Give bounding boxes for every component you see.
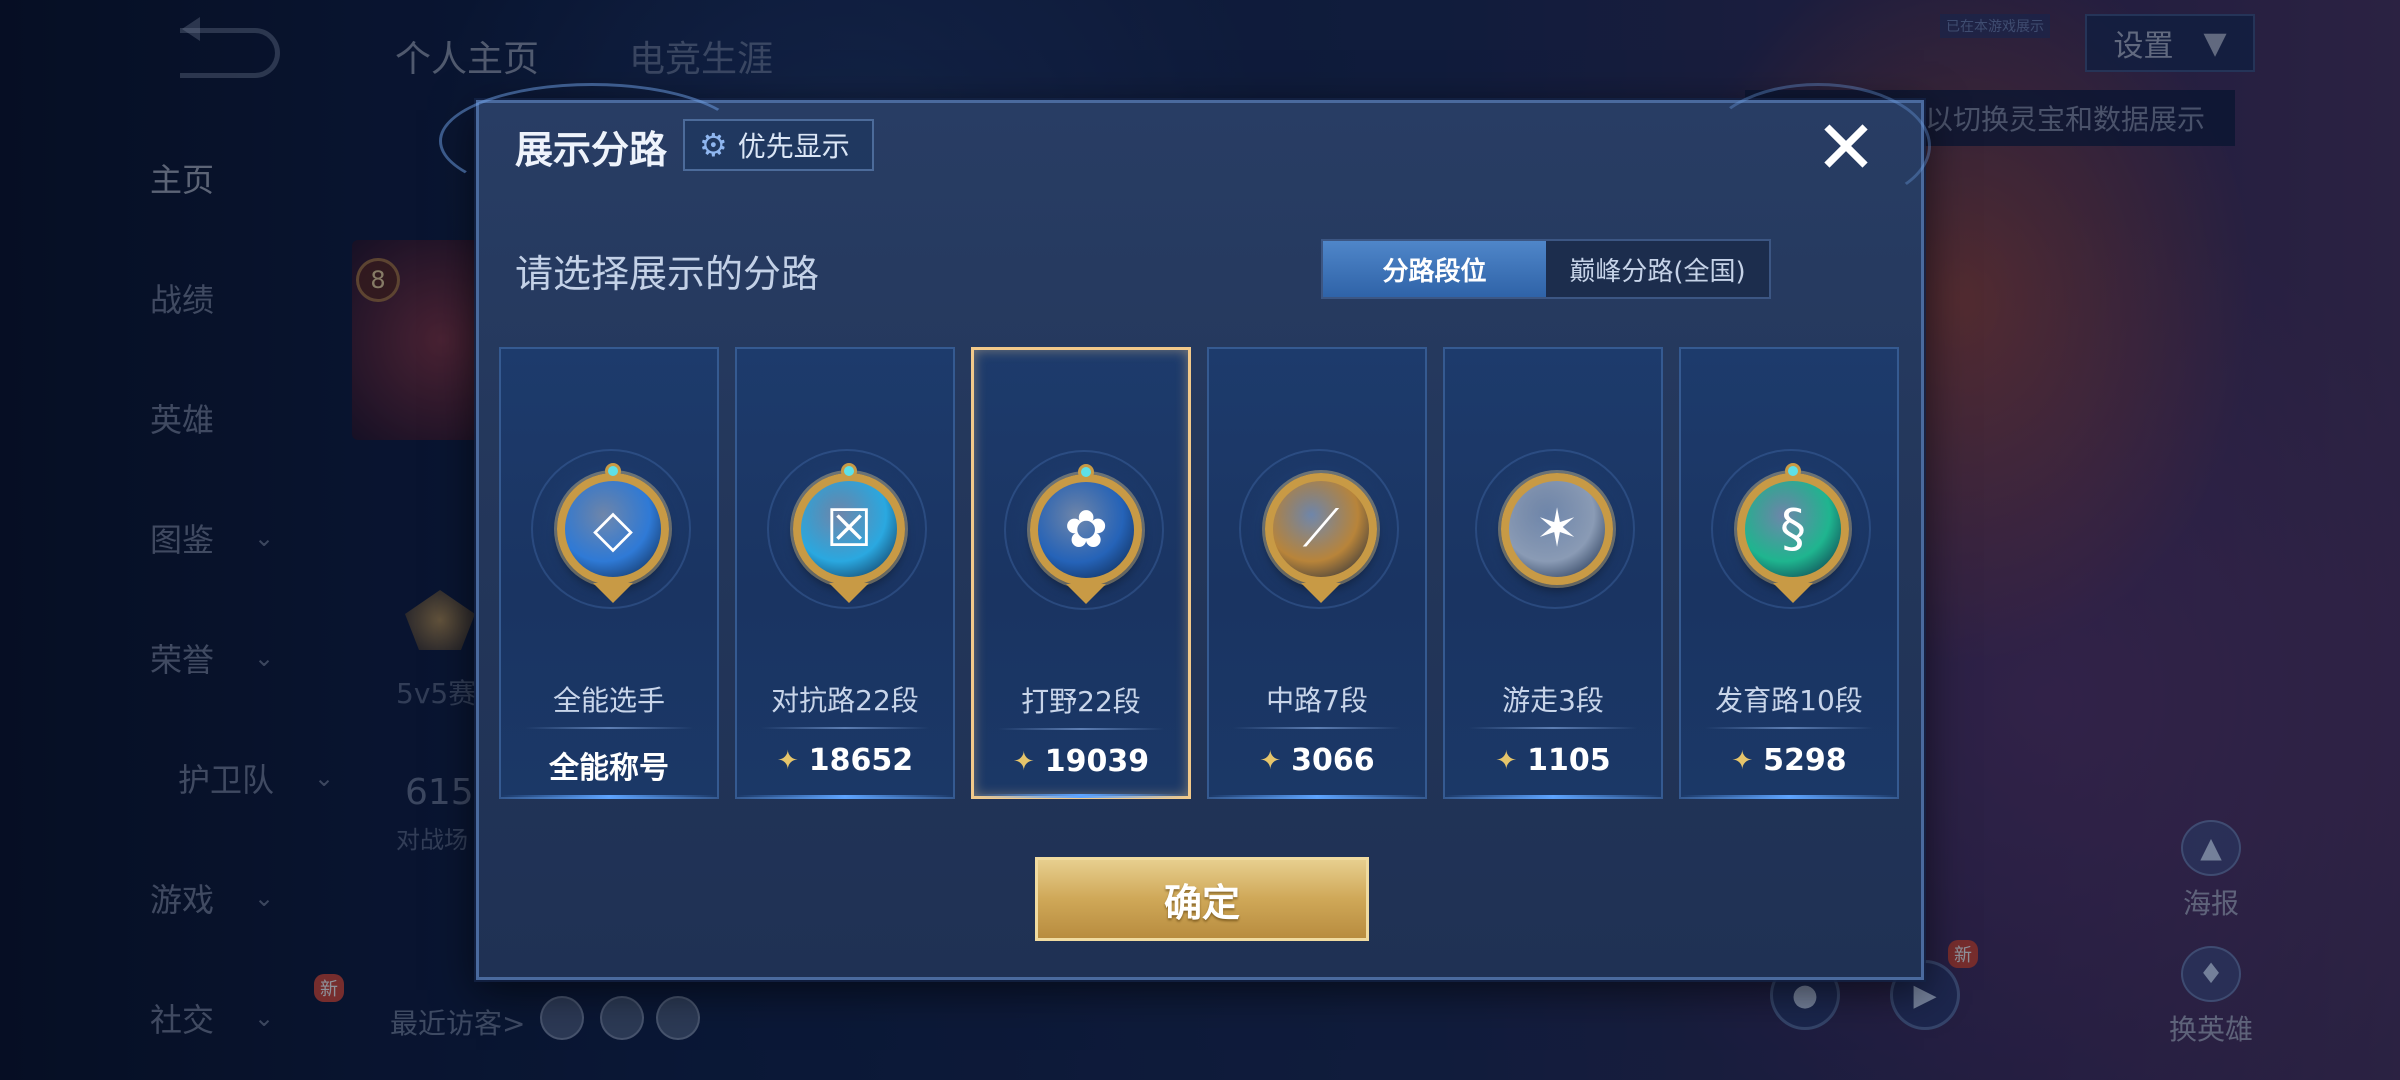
lane-card-clash[interactable]: ☒ 对抗路22段 ✦ 18652	[735, 347, 955, 799]
dialog-subtitle: 请选择展示的分路	[515, 252, 820, 296]
medal-base	[1301, 583, 1341, 603]
divider	[761, 727, 929, 729]
divider	[998, 728, 1164, 730]
farm-lane-icon: §	[1737, 473, 1849, 585]
priority-display-button[interactable]: ⚙ 优先显示	[683, 119, 874, 171]
jungle-icon: ✿	[1030, 474, 1142, 586]
lane-score: ✦ 3066	[1209, 743, 1425, 778]
lane-score: ✦ 1105	[1445, 743, 1661, 778]
display-mode-toggle: 分路段位 巅峰分路(全国)	[1321, 239, 1771, 299]
medal-gem	[605, 463, 621, 479]
lane-cards: ◇ 全能选手 全能称号 ☒ 对抗路22段 ✦ 18652 ✿ 打野22段 ✦ 1…	[499, 347, 1903, 799]
lane-name: 发育路10段	[1715, 684, 1863, 717]
lane-name: 打野22段	[1021, 685, 1141, 718]
lane-score: 全能称号	[501, 743, 717, 787]
medal-gem	[1078, 464, 1094, 480]
lane-score: ✦ 18652	[737, 743, 953, 778]
medal-halo: ✶	[1475, 449, 1635, 609]
divider	[1705, 727, 1873, 729]
medal-gem	[841, 463, 857, 479]
priority-display-label: 优先显示	[737, 130, 850, 163]
medal-base	[593, 583, 633, 603]
medal-halo: ✿	[1004, 450, 1164, 610]
points-icon: ✦	[1259, 745, 1282, 776]
lane-card-all-round[interactable]: ◇ 全能选手 全能称号	[499, 347, 719, 799]
lane-display-dialog: 展示分路 ⚙ 优先显示 ✕ 请选择展示的分路 分路段位 巅峰分路(全国) ◇ 全…	[439, 83, 1931, 980]
lane-card-mid[interactable]: ⟋ 中路7段 ✦ 3066	[1207, 347, 1427, 799]
tab-peak-lane[interactable]: 巅峰分路(全国)	[1546, 241, 1769, 297]
lane-card-farm[interactable]: § 发育路10段 ✦ 5298	[1679, 347, 1899, 799]
divider	[525, 727, 693, 729]
confirm-button[interactable]: 确定	[1035, 857, 1369, 941]
lane-score-value: 全能称号	[549, 751, 669, 786]
close-icon: ✕	[1814, 105, 1877, 191]
lane-score-value: 1105	[1527, 743, 1611, 778]
medal-halo: §	[1711, 449, 1871, 609]
lane-name: 中路7段	[1266, 684, 1368, 717]
gear-icon: ⚙	[699, 126, 728, 164]
close-button[interactable]: ✕	[1811, 105, 1881, 191]
lane-score: ✦ 19039	[974, 744, 1188, 779]
divider	[1233, 727, 1401, 729]
medal-halo: ◇	[531, 449, 691, 609]
lane-score: ✦ 5298	[1681, 743, 1897, 778]
points-icon: ✦	[1495, 745, 1518, 776]
lane-card-jungle[interactable]: ✿ 打野22段 ✦ 19039	[971, 347, 1191, 799]
tab-lane-rank[interactable]: 分路段位	[1323, 241, 1546, 297]
lane-name: 游走3段	[1502, 684, 1604, 717]
lane-name: 全能选手	[552, 684, 665, 717]
medal-base	[1773, 583, 1813, 603]
lane-name: 对抗路22段	[771, 684, 919, 717]
medal-base	[1066, 584, 1106, 604]
medal-halo: ☒	[767, 449, 927, 609]
all-round-icon: ◇	[557, 473, 669, 585]
medal-gem	[1785, 463, 1801, 479]
roam-icon: ✶	[1501, 473, 1613, 585]
medal-base	[829, 583, 869, 603]
medal-halo: ⟋	[1239, 449, 1399, 609]
lane-card-roam[interactable]: ✶ 游走3段 ✦ 1105	[1443, 347, 1663, 799]
points-icon: ✦	[776, 745, 799, 776]
lane-score-value: 18652	[808, 743, 914, 778]
lane-score-value: 19039	[1044, 744, 1150, 779]
points-icon: ✦	[1731, 745, 1754, 776]
lane-score-value: 3066	[1291, 743, 1375, 778]
lane-score-value: 5298	[1763, 743, 1847, 778]
points-icon: ✦	[1012, 746, 1035, 777]
dialog-title: 展示分路	[515, 128, 668, 172]
mid-lane-icon: ⟋	[1265, 473, 1377, 585]
divider	[1469, 727, 1637, 729]
clash-lane-icon: ☒	[793, 473, 905, 585]
